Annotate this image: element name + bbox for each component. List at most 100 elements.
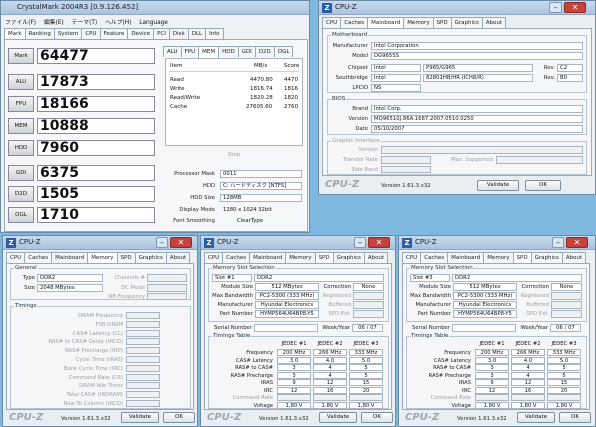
tab-caches[interactable]: Caches — [340, 17, 369, 28]
tab-mainboard[interactable]: Mainboard — [249, 252, 287, 263]
font-smoothing-label: Font Smoothing — [173, 218, 215, 224]
tab-system[interactable]: System — [53, 28, 83, 39]
cpuz-app-icon: Z — [402, 238, 412, 248]
slot-select[interactable]: Slot #1 — [212, 274, 252, 282]
crystalmark-titlebar[interactable]: CrystalMark 2004R3 [0.9.126.452] — [1, 1, 309, 15]
model-value: DG965SS — [371, 52, 583, 60]
tab-memory[interactable]: Memory — [483, 252, 514, 263]
tab-about[interactable]: About — [165, 252, 191, 263]
subtab-alu[interactable]: ALU — [163, 46, 182, 57]
tab-about[interactable]: About — [561, 252, 587, 263]
ogl-button[interactable]: OGL — [8, 207, 34, 223]
jedec-cell: 20 — [349, 386, 383, 394]
menu-theme[interactable]: テーマ(T) — [72, 20, 97, 26]
gdi-button[interactable]: GDI — [8, 165, 34, 181]
timings-table-group: Timings Table JEDEC #1 JEDEC #2 JEDEC #3 Fr… — [208, 333, 389, 409]
tab-spd[interactable]: SPD — [116, 252, 136, 263]
close-button[interactable]: ✕ — [368, 237, 390, 248]
tab-about[interactable]: About — [481, 17, 507, 28]
max-bandwidth-value: PC2-5300 (333 MHz) — [255, 292, 319, 300]
tab-ranking[interactable]: Ranking — [24, 28, 55, 39]
validate-button[interactable]: Validate — [121, 412, 159, 423]
tab-cpu[interactable]: CPU — [6, 252, 26, 263]
max-bandwidth-value: PC2-5300 (333 MHz) — [453, 292, 517, 300]
subtab-mem[interactable]: MEM — [198, 46, 220, 58]
ogl-score: 1710 — [37, 207, 155, 223]
ok-button[interactable]: OK — [559, 412, 591, 423]
stop-button[interactable]: Stop — [165, 151, 303, 162]
fpu-score: 18166 — [37, 96, 155, 112]
cpuz-titlebar[interactable]: Z CPU-Z – ✕ — [399, 236, 595, 250]
cpuz-titlebar[interactable]: Z CPU-Z – ✕ — [201, 236, 395, 250]
minimize-button[interactable]: – — [354, 237, 366, 248]
tab-mainboard[interactable]: Mainboard — [447, 252, 485, 263]
timing-value — [126, 391, 160, 399]
subtab-hdd[interactable]: HDD — [218, 46, 239, 57]
tab-memory[interactable]: Memory — [403, 17, 434, 28]
mark-button[interactable]: Mark — [8, 48, 34, 64]
menu-file[interactable]: ファイル(F) — [5, 20, 36, 26]
tab-caches[interactable]: Caches — [24, 252, 53, 263]
lpcio-value: NS — [371, 84, 421, 92]
tab-spd[interactable]: SPD — [432, 17, 452, 28]
tab-graphics[interactable]: Graphics — [134, 252, 167, 263]
menu-help[interactable]: ヘルプ(H) — [105, 20, 131, 26]
validate-button[interactable]: Validate — [319, 412, 357, 423]
subtab-d2d[interactable]: D2D — [254, 46, 275, 57]
tab-cpu[interactable]: CPU — [322, 17, 342, 28]
tab-graphics[interactable]: Graphics — [450, 17, 483, 28]
minimize-button[interactable]: – — [156, 237, 168, 248]
minimize-button[interactable]: – — [549, 2, 562, 13]
validate-button[interactable]: Validate — [517, 412, 555, 423]
hdd-select[interactable]: C: ハードディスク [NTFS] — [220, 182, 302, 190]
memory-type-value: DDR2 — [452, 274, 582, 282]
close-button[interactable]: ✕ — [566, 237, 588, 248]
serial-number-label: Serial Number — [214, 325, 252, 331]
tab-caches[interactable]: Caches — [420, 252, 449, 263]
cpuz-titlebar[interactable]: Z CPU-Z – ✕ — [319, 1, 595, 15]
tab-cpu[interactable]: CPU — [204, 252, 224, 263]
tab-device[interactable]: Device — [127, 28, 155, 39]
menu-edit[interactable]: 編集(E) — [44, 20, 64, 26]
tab-about[interactable]: About — [363, 252, 389, 263]
tab-graphics[interactable]: Graphics — [332, 252, 365, 263]
subtab-gdi[interactable]: GDI — [237, 46, 256, 57]
table-row-mbs: 4470.80 — [250, 77, 273, 83]
mem-button[interactable]: MEM — [8, 118, 34, 134]
tab-disk[interactable]: Disk — [168, 28, 189, 39]
subtab-ogl[interactable]: OGL — [273, 46, 294, 57]
tab-graphics[interactable]: Graphics — [530, 252, 563, 263]
tab-dll[interactable]: DLL — [187, 28, 207, 39]
tab-caches[interactable]: Caches — [222, 252, 251, 263]
jedec-cell: 9 — [475, 379, 509, 386]
ok-button[interactable]: OK — [361, 412, 393, 423]
hdd-size-select[interactable]: 128MB — [220, 194, 302, 202]
fpu-button[interactable]: FPU — [8, 96, 34, 112]
close-button[interactable]: ✕ — [564, 2, 586, 13]
week-year-value: 06 / 07 — [352, 324, 383, 332]
menu-language[interactable]: Language — [139, 20, 168, 26]
cpuz-titlebar[interactable]: Z CPU-Z – ✕ — [3, 236, 197, 250]
processor-mask-select[interactable]: 0011 — [220, 170, 302, 178]
jedec-cell — [277, 394, 311, 401]
alu-button[interactable]: ALU — [8, 74, 34, 90]
tab-info[interactable]: Info — [205, 28, 224, 39]
tab-cpu[interactable]: CPU — [81, 28, 101, 39]
tab-mainboard[interactable]: Mainboard — [51, 252, 89, 263]
hdd-button[interactable]: HDD — [8, 140, 34, 156]
jedec-cell: 15 — [349, 379, 383, 386]
tab-memory[interactable]: Memory — [285, 252, 316, 263]
validate-button[interactable]: Validate — [477, 180, 519, 191]
close-button[interactable]: ✕ — [170, 237, 192, 248]
tab-cpu[interactable]: CPU — [402, 252, 422, 263]
d2d-button[interactable]: D2D — [8, 186, 34, 202]
ok-button[interactable]: OK — [525, 180, 561, 191]
hdd-label: HDD — [202, 183, 215, 189]
tab-feature[interactable]: Feature — [99, 28, 129, 39]
minimize-button[interactable]: – — [552, 237, 564, 248]
subtab-fpu[interactable]: FPU — [180, 46, 200, 57]
slot-select[interactable]: Slot #3 — [410, 274, 450, 282]
gi-max-value — [496, 156, 583, 164]
ok-button[interactable]: OK — [163, 412, 195, 423]
tab-pci[interactable]: PCI — [153, 28, 170, 39]
